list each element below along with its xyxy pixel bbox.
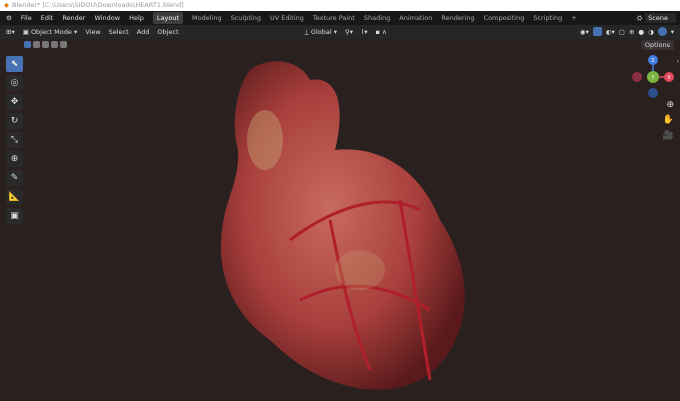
gizmo-neg-z[interactable]: [648, 88, 658, 98]
scene-name[interactable]: Scene: [645, 13, 676, 23]
tab-rendering[interactable]: Rendering: [441, 14, 474, 22]
tab-animation[interactable]: Animation: [399, 14, 432, 22]
menu-view[interactable]: View: [85, 28, 100, 36]
tab-texture-paint[interactable]: Texture Paint: [313, 14, 355, 22]
menu-select[interactable]: Select: [109, 28, 129, 36]
menu-window[interactable]: Window: [94, 14, 120, 22]
orientation-label: Global: [310, 27, 332, 36]
object-mode-dropdown[interactable]: ▣ Object Mode ▾: [23, 28, 78, 36]
move-tool-icon[interactable]: ✥: [6, 94, 23, 110]
xray-icon[interactable]: ▢: [619, 28, 625, 36]
tab-modeling[interactable]: Modeling: [192, 14, 222, 22]
viewport-heart-model[interactable]: [0, 50, 680, 401]
blender-logo-icon: ◆: [4, 1, 9, 9]
annotate-tool-icon[interactable]: ✎: [6, 170, 23, 186]
scene-icon: ⛭: [636, 13, 643, 22]
top-menu-bar: ⚙ File Edit Render Window Help Layout Mo…: [0, 11, 680, 25]
gizmo-neg-x[interactable]: [632, 72, 642, 82]
rendered-shading-icon[interactable]: [657, 27, 667, 36]
gizmo-toggle-icon[interactable]: [592, 27, 602, 36]
zoom-icon[interactable]: ⊕: [666, 100, 674, 110]
scale-tool-icon[interactable]: ⤡: [6, 132, 23, 148]
editor-type-icon[interactable]: ⊞▾: [6, 28, 15, 36]
add-workspace-button[interactable]: +: [571, 14, 576, 22]
viewport-header: ⊞▾ ▣ Object Mode ▾ View Select Add Objec…: [0, 25, 680, 39]
options-button[interactable]: Options: [640, 40, 674, 50]
overlay-icon[interactable]: ◐▾: [606, 28, 615, 36]
select-intersect-icon[interactable]: [60, 41, 67, 48]
tab-layout[interactable]: Layout: [152, 12, 184, 24]
blender-menu-icon[interactable]: ⚙: [6, 14, 12, 22]
measure-tool-icon[interactable]: 📐: [6, 189, 23, 205]
menu-render[interactable]: Render: [62, 14, 85, 22]
scene-selector[interactable]: ⛭ Scene: [637, 11, 676, 25]
visibility-icon[interactable]: ◉▾: [580, 28, 589, 36]
orientation-dropdown[interactable]: ⟂ Global ▾: [305, 28, 338, 37]
select-new-icon[interactable]: [24, 41, 31, 48]
tab-shading[interactable]: Shading: [364, 14, 390, 22]
menu-edit[interactable]: Edit: [41, 14, 54, 22]
tab-sculpting[interactable]: Sculpting: [231, 14, 261, 22]
gizmo-x-label: X: [667, 75, 671, 81]
transform-tool-icon[interactable]: ⊕: [6, 151, 23, 167]
sidebar-toggle-icon[interactable]: ‹: [677, 58, 679, 65]
window-title-bar: ◆ Blender* [C:\Users\SIDOU\Downloads\HEA…: [0, 0, 680, 11]
menu-object[interactable]: Object: [157, 28, 178, 36]
shading-dropdown-icon[interactable]: ▾: [671, 28, 674, 36]
menu-add[interactable]: Add: [137, 28, 150, 36]
selection-mode-row: Options: [0, 39, 680, 50]
tab-scripting[interactable]: Scripting: [533, 14, 562, 22]
rotate-tool-icon[interactable]: ↻: [6, 113, 23, 129]
select-invert-icon[interactable]: [51, 41, 58, 48]
select-extend-icon[interactable]: [33, 41, 40, 48]
gizmo-z-label: Z: [651, 58, 655, 64]
mode-label: Object Mode: [30, 28, 72, 36]
tab-uv-editing[interactable]: UV Editing: [270, 14, 304, 22]
select-box-tool-icon[interactable]: ⬉: [6, 56, 23, 72]
wireframe-shading-icon[interactable]: ⊕: [629, 28, 634, 36]
solid-shading-icon[interactable]: ●: [638, 28, 644, 36]
pan-hand-icon[interactable]: ✋: [663, 115, 674, 125]
add-cube-tool-icon[interactable]: ▣: [6, 208, 23, 224]
tab-compositing[interactable]: Compositing: [484, 14, 525, 22]
pivot-icon[interactable]: ⚲▾: [345, 28, 353, 36]
cursor-tool-icon[interactable]: ◎: [6, 75, 23, 91]
material-shading-icon[interactable]: ◑: [648, 28, 654, 36]
window-title: Blender* [C:\Users\SIDOU\Downloads\HEART…: [12, 1, 184, 9]
menu-help[interactable]: Help: [129, 14, 144, 22]
camera-view-icon[interactable]: 🎥: [663, 131, 674, 141]
menu-file[interactable]: File: [21, 14, 32, 22]
proportional-edit-icon[interactable]: ▪ ∧: [375, 28, 386, 36]
snap-icon[interactable]: ⌇▾: [361, 28, 367, 36]
tool-shelf: ⬉ ◎ ✥ ↻ ⤡ ⊕ ✎ 📐 ▣: [6, 56, 23, 224]
select-subtract-icon[interactable]: [42, 41, 49, 48]
